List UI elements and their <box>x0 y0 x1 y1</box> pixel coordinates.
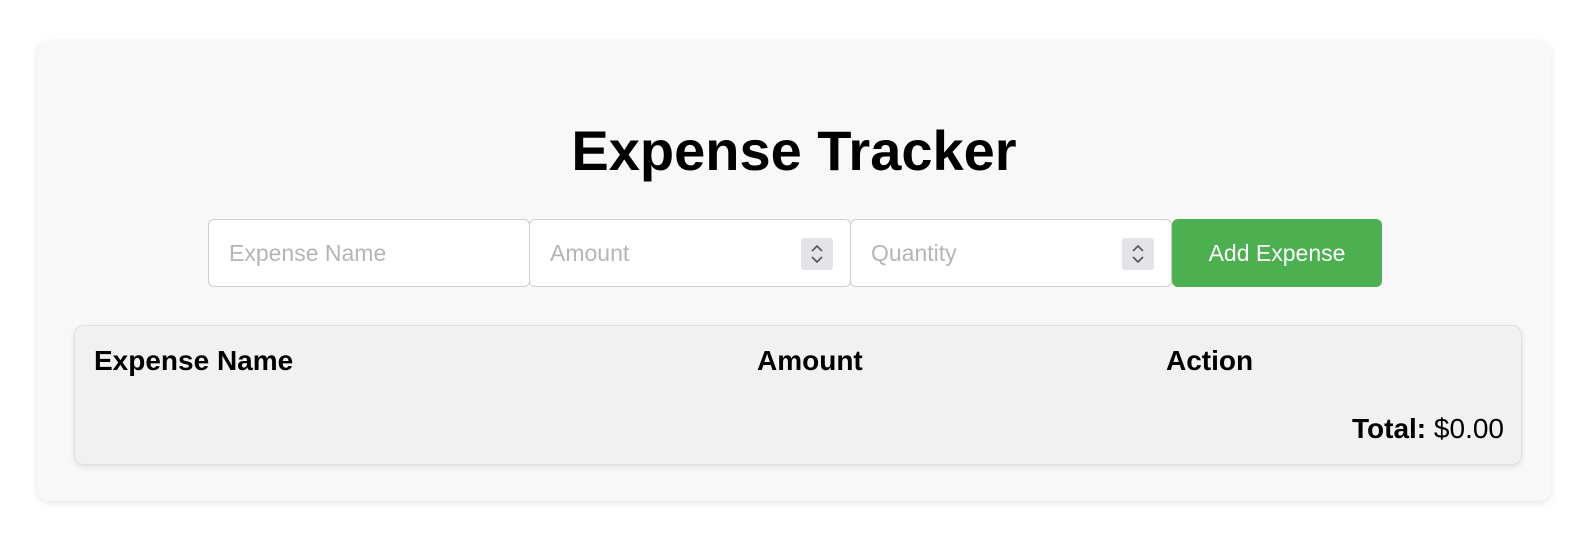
add-expense-button[interactable]: Add Expense <box>1172 219 1382 287</box>
column-header-amount: Amount <box>757 345 863 376</box>
page-title: Expense Tracker <box>571 119 1017 182</box>
expense-table: Expense Name Amount Action Total: $0.00 <box>74 325 1522 465</box>
stepper-arrows-icon <box>811 244 823 264</box>
expense-name-field-wrapper <box>208 219 530 287</box>
total-label: Total: <box>1352 413 1427 444</box>
amount-field-wrapper <box>529 219 851 287</box>
column-header-action: Action <box>1166 345 1254 376</box>
quantity-stepper[interactable] <box>1122 238 1154 270</box>
total-row: Total: $0.00 <box>1352 412 1504 446</box>
stepper-arrows-icon <box>1132 244 1144 264</box>
expense-name-input[interactable] <box>209 220 529 286</box>
expense-form: Add Expense <box>208 219 1382 287</box>
column-header-expense-name: Expense Name <box>94 345 294 376</box>
quantity-field-wrapper <box>850 219 1172 287</box>
expense-tracker-app: Expense Tracker Add Expense <box>37 41 1551 501</box>
total-value: $0.00 <box>1433 413 1504 444</box>
amount-stepper[interactable] <box>801 238 833 270</box>
